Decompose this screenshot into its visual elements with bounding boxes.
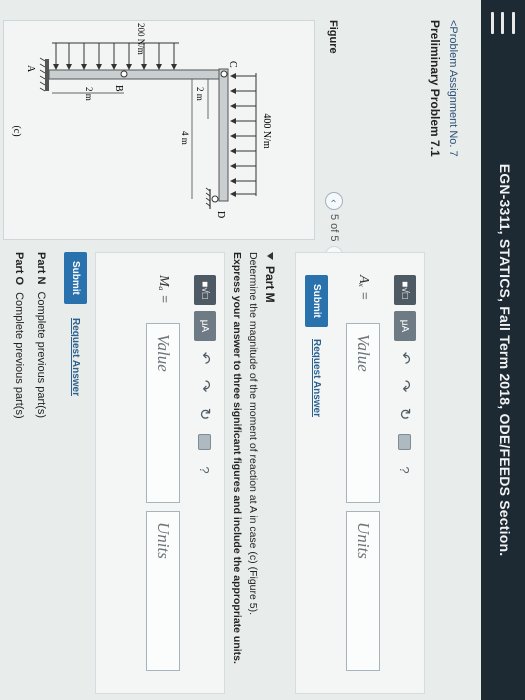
caret-down-icon [267, 252, 273, 260]
request-answer-link-previous[interactable]: Request Answer [311, 339, 322, 417]
roller-hatch [205, 187, 211, 207]
submit-button-part-m[interactable]: Submit [64, 252, 87, 304]
fixed-support-hatch [39, 57, 46, 92]
redo-icon[interactable]: ↷ [194, 375, 216, 397]
mu-units-button[interactable]: μA [194, 311, 216, 341]
keyboard-icon[interactable] [394, 431, 416, 453]
fixed-support-a [45, 59, 49, 91]
answer-panel-previous: ■√□ μA ↶ ↷ ↻ ? Aₓ = Value Units Submit R… [295, 252, 425, 694]
help-icon[interactable]: ? [194, 459, 216, 481]
part-n-label: Part N [35, 252, 47, 285]
part-o-row[interactable]: Part O Complete previous part(s) [13, 252, 25, 419]
units-input-part-m[interactable]: Units [146, 511, 180, 671]
ma-label: Mₐ = [156, 275, 171, 304]
value-input-previous[interactable]: Value [346, 323, 380, 503]
keyboard-icon[interactable] [194, 431, 216, 453]
pager-text: 5 of 5 [328, 214, 340, 242]
beam-cd [218, 68, 229, 202]
units-input-previous[interactable]: Units [346, 511, 380, 671]
frame-diagram: 400 N/m C D 2 m 4 m B 200 N/m 2 m A (c) [11, 23, 272, 218]
top-load-arrows [234, 75, 256, 195]
part-n-text: Complete previous part(s) [35, 291, 47, 419]
point-a-label: A [25, 65, 36, 73]
pin-c [220, 70, 228, 78]
ax-label: Aₓ = [356, 275, 371, 301]
request-answer-link-part-m[interactable]: Request Answer [70, 318, 81, 396]
part-m-header[interactable]: Part M [263, 252, 277, 303]
screen: EGN-3311, STATICS, Fall Term 2018, ODE/F… [0, 0, 525, 700]
part-o-label: Part O [13, 252, 25, 286]
pin-b [120, 70, 128, 78]
value-input-part-m[interactable]: Value [146, 323, 180, 503]
undo-icon[interactable]: ↶ [394, 347, 416, 369]
equation-row-part-m: Mₐ = Value Units [146, 275, 180, 671]
help-icon[interactable]: ? [394, 459, 416, 481]
column-ab [48, 69, 220, 80]
part-n-row[interactable]: Part N Complete previous part(s) [35, 252, 47, 418]
part-m-title: Part M [263, 266, 277, 303]
figure-diagram: 400 N/m C D 2 m 4 m B 200 N/m 2 m A (c) [3, 20, 315, 240]
top-bar: EGN-3311, STATICS, Fall Term 2018, ODE/F… [481, 0, 525, 700]
point-c-label: C [227, 61, 238, 68]
part-m-instructions: Express your answer to three significant… [231, 252, 243, 664]
reset-icon[interactable]: ↻ [394, 403, 416, 425]
hamburger-menu-icon[interactable] [491, 12, 515, 34]
dim-2m-top-label: 2 m [195, 87, 205, 101]
course-title: EGN-3311, STATICS, Fall Term 2018, ODE/F… [497, 163, 513, 557]
templates-button[interactable]: ■√□ [194, 275, 216, 305]
answer-panel-part-m: ■√□ μA ↶ ↷ ↻ ? Mₐ = Value Units [95, 252, 225, 694]
dim-4m-label: 4 m [180, 131, 190, 145]
part-o-text: Complete previous part(s) [13, 292, 25, 419]
top-load-label: 400 N/m [261, 113, 272, 149]
figure-caption: (c) [11, 125, 22, 136]
part-m-description: Determine the magnitude of the moment of… [247, 252, 259, 616]
side-load-arrowheads [53, 64, 177, 70]
equation-row-previous: Aₓ = Value Units [346, 275, 380, 671]
dim-2m-side-label: 2 m [84, 87, 94, 101]
problem-title: Preliminary Problem 7.1 [428, 20, 442, 157]
breadcrumb[interactable]: <Problem Assignment No. 7 [447, 20, 459, 157]
figure-label: Figure [327, 20, 339, 54]
math-toolbar: ■√□ μA ↶ ↷ ↻ ? [394, 275, 416, 481]
top-load-arrowheads [230, 73, 236, 197]
point-b-label: B [113, 85, 124, 92]
roller-d [211, 195, 219, 203]
math-toolbar-part-m: ■√□ μA ↶ ↷ ↻ ? [194, 275, 216, 481]
prev-figure-icon[interactable]: ‹ [325, 192, 343, 210]
side-load-label: 200 N/m [136, 23, 146, 55]
reset-icon[interactable]: ↻ [194, 403, 216, 425]
submit-button-previous[interactable]: Submit [305, 275, 328, 327]
point-d-label: D [215, 211, 226, 218]
undo-icon[interactable]: ↶ [194, 347, 216, 369]
templates-button[interactable]: ■√□ [394, 275, 416, 305]
mu-units-button[interactable]: μA [394, 311, 416, 341]
side-load-arrows [55, 43, 175, 66]
redo-icon[interactable]: ↷ [394, 375, 416, 397]
